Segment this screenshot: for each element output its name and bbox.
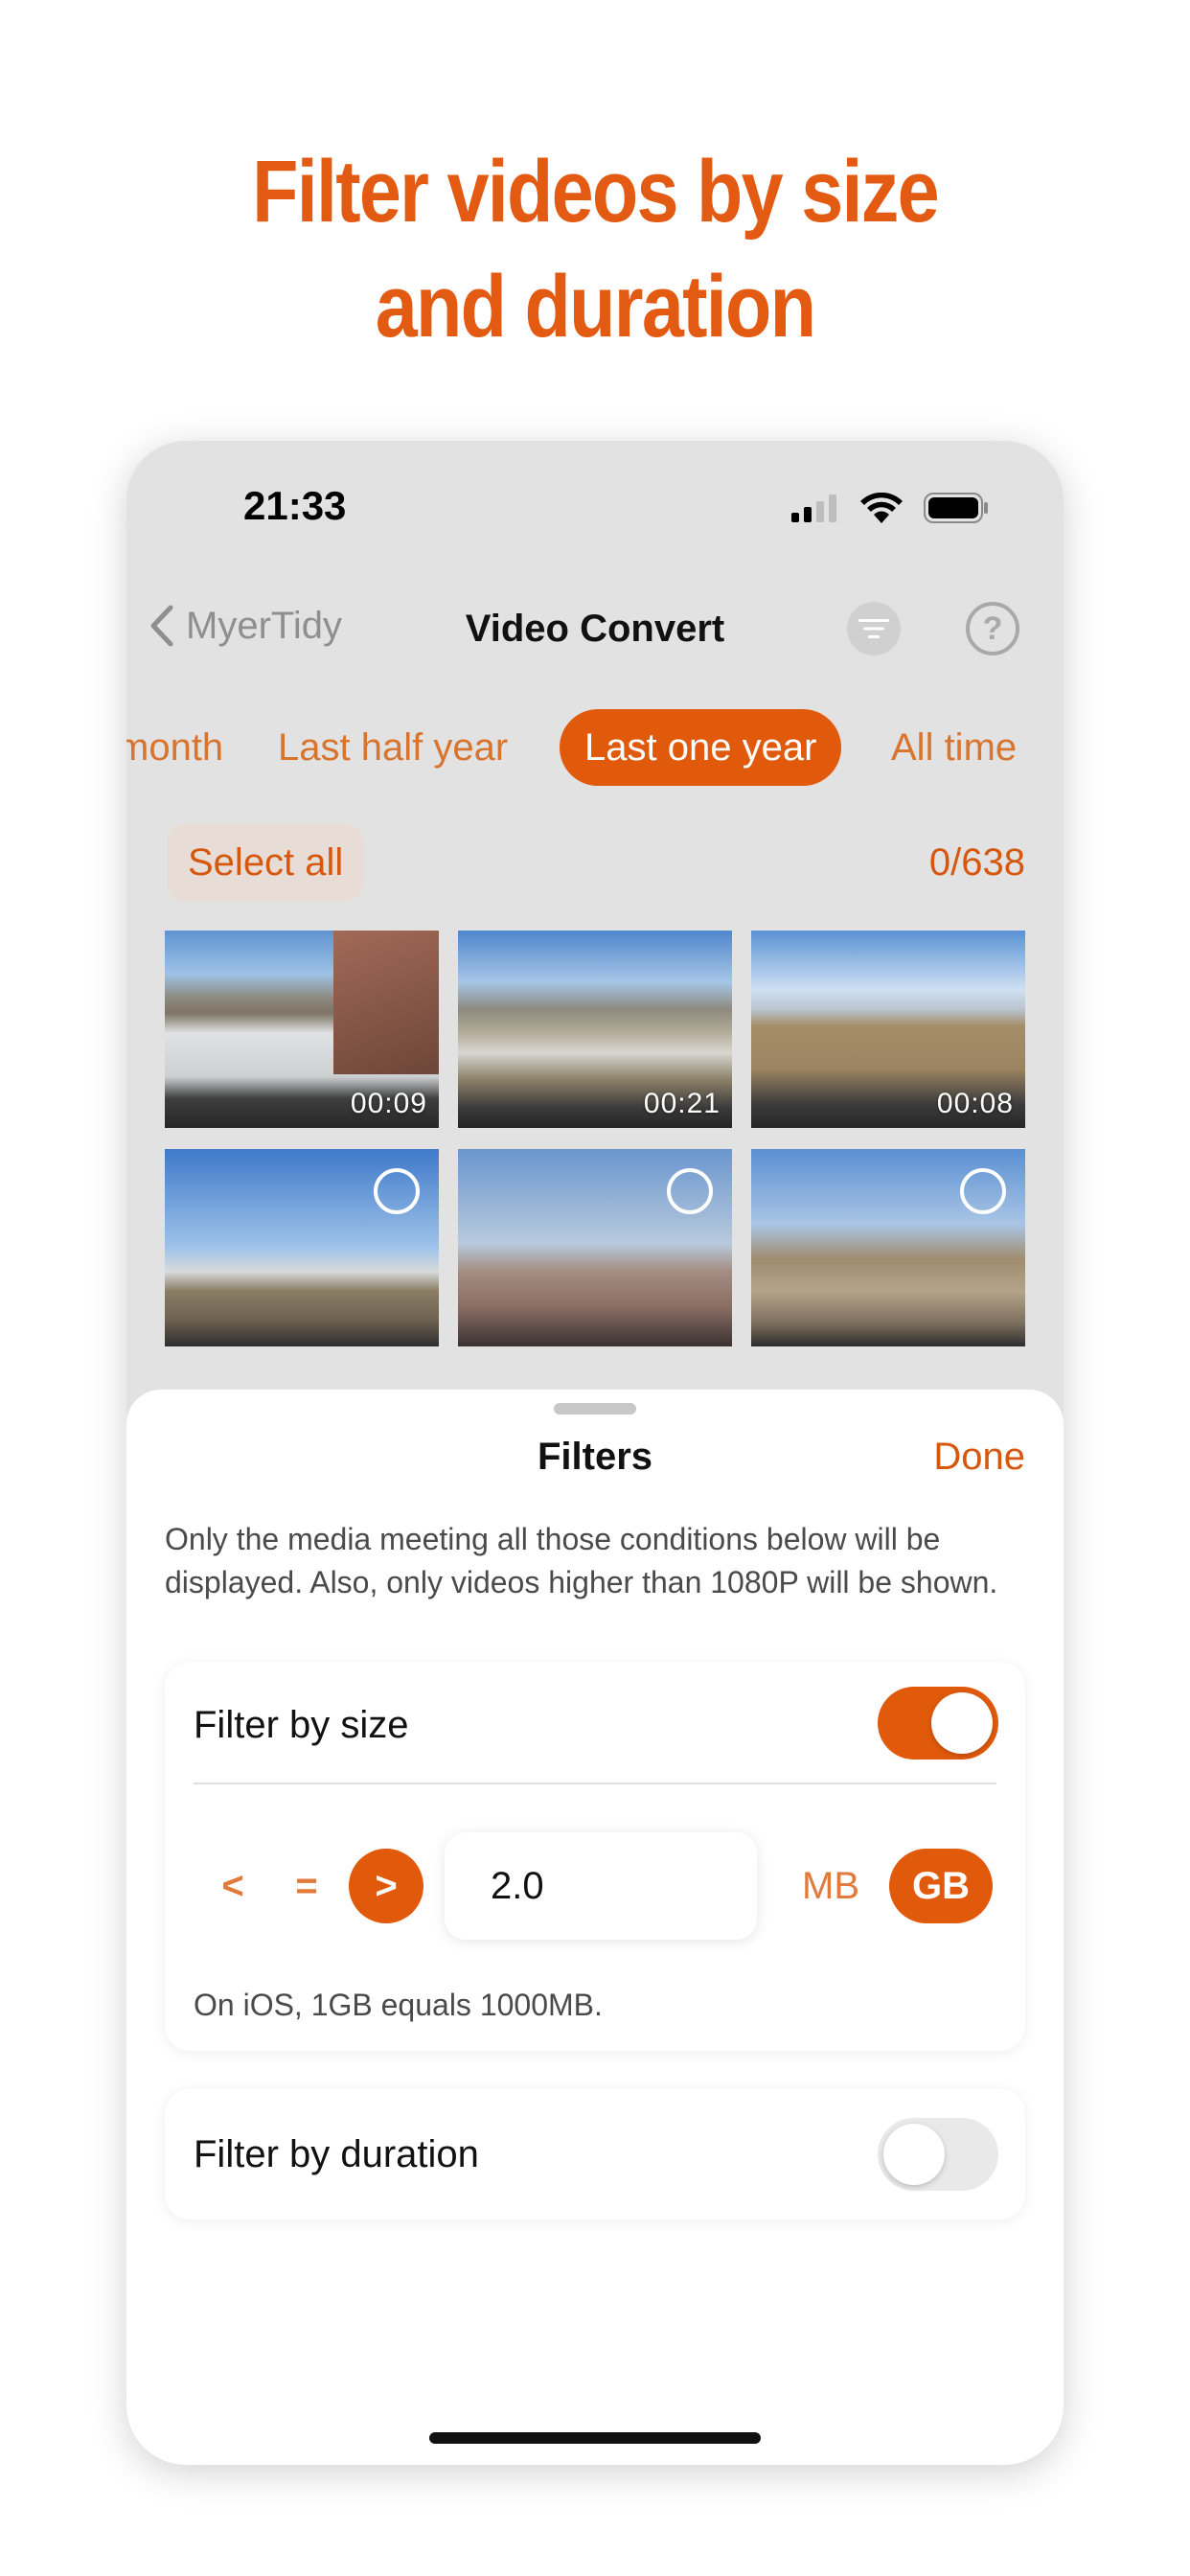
divider (194, 1782, 996, 1784)
video-duration: 00:08 (936, 1088, 1014, 1119)
operator-greater-than-button[interactable]: > (349, 1849, 423, 1923)
sheet-title: Filters (537, 1436, 653, 1478)
operator-less-than-button[interactable]: < (195, 1849, 270, 1923)
video-thumbnail[interactable] (458, 1149, 732, 1346)
filter-description: Only the media meeting all those conditi… (165, 1522, 998, 1599)
filter-lines-icon (858, 619, 889, 638)
video-thumbnail[interactable]: 00:21 (458, 931, 732, 1128)
segment-last-one-year[interactable]: Last one year (560, 709, 842, 786)
segment-all-time[interactable]: All time (891, 709, 1017, 786)
help-button[interactable]: ? (966, 602, 1019, 656)
video-duration: 00:09 (350, 1088, 427, 1119)
done-button[interactable]: Done (933, 1436, 1025, 1479)
size-value-input[interactable]: 2.0 (445, 1832, 757, 1940)
battery-icon (924, 493, 988, 523)
unit-gb-button[interactable]: GB (889, 1849, 993, 1923)
operator-equal-button[interactable]: = (269, 1849, 344, 1923)
select-circle-icon[interactable] (374, 1168, 420, 1214)
time-range-segments: month Last half year Last one year All t… (126, 709, 1064, 786)
status-time: 21:33 (243, 483, 347, 528)
video-thumbnail[interactable] (751, 1149, 1025, 1346)
size-filter-toggle[interactable] (878, 1687, 998, 1760)
segment-last-half-year[interactable]: Last half year (278, 709, 508, 786)
filter-button[interactable] (847, 602, 901, 656)
status-icons (791, 493, 989, 523)
nav-title: Video Convert (465, 608, 725, 650)
cellular-signal-icon (791, 494, 836, 522)
unit-mb-button[interactable]: MB (784, 1849, 878, 1923)
home-indicator (429, 2432, 761, 2444)
selection-count: 0/638 (928, 841, 1025, 884)
toggle-knob (931, 1692, 993, 1754)
video-thumbnail[interactable]: 00:09 (165, 931, 439, 1128)
size-filter-label: Filter by size (194, 1704, 409, 1746)
navigation-bar: MyerTidy Video Convert ? (126, 585, 1064, 671)
video-duration: 00:21 (643, 1088, 721, 1119)
question-mark-icon: ? (982, 610, 1003, 647)
select-all-button[interactable]: Select all (167, 824, 365, 901)
toggle-knob (883, 2124, 945, 2185)
size-filter-card: Filter by size < = > 2.0 MB GB On iOS, 1… (165, 1662, 1025, 2051)
headline: Filter videos by size and duration (83, 134, 1107, 364)
sheet-grabber[interactable] (554, 1403, 636, 1414)
phone-screen: 21:33 MyerTidy Video Convert ? month Las… (126, 441, 1064, 2465)
video-thumbnail[interactable] (165, 1149, 439, 1346)
duration-filter-toggle[interactable] (878, 2118, 998, 2191)
headline-line-2: and duration (375, 258, 816, 356)
duration-filter-label: Filter by duration (194, 2133, 479, 2175)
select-circle-icon[interactable] (667, 1168, 713, 1214)
video-thumbnail[interactable]: 00:08 (751, 931, 1025, 1128)
select-circle-icon[interactable] (960, 1168, 1006, 1214)
headline-line-1: Filter videos by size (252, 143, 940, 241)
duration-filter-card: Filter by duration (165, 2089, 1025, 2220)
filters-sheet: Filters Done Only the media meeting all … (126, 1390, 1064, 2465)
segment-month[interactable]: month (126, 709, 223, 786)
wifi-icon (860, 493, 903, 523)
size-unit-note: On iOS, 1GB equals 1000MB. (194, 1988, 603, 2022)
